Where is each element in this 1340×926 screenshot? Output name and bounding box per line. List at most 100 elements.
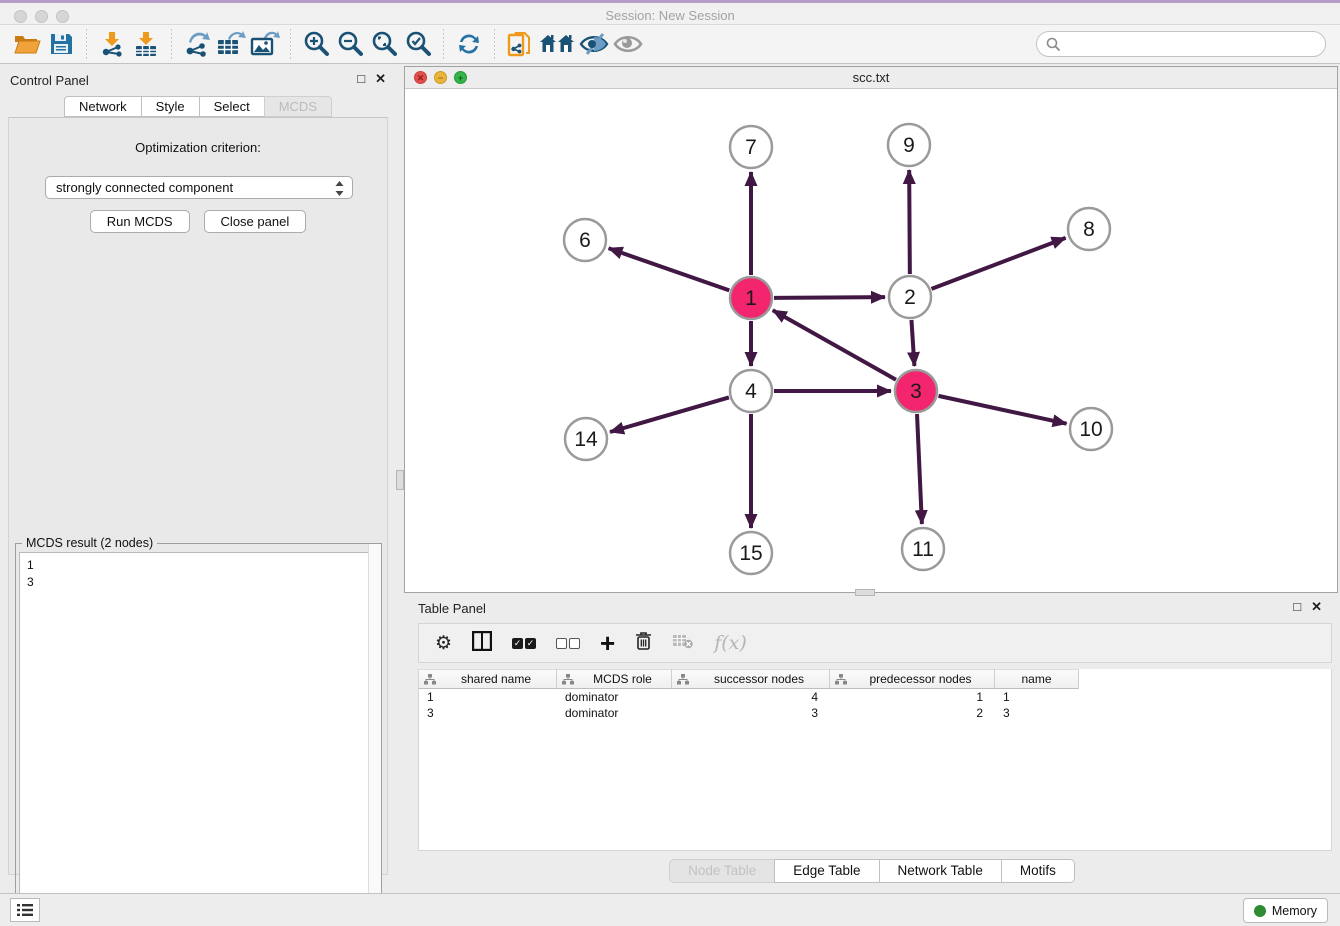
task-history-button[interactable] (10, 898, 40, 922)
divider-grip[interactable] (396, 470, 404, 490)
tab-edge-table[interactable]: Edge Table (774, 859, 878, 883)
graph-edge-4-14[interactable] (610, 397, 729, 432)
select-all-columns-icon[interactable]: ✓✓ (512, 638, 536, 649)
tab-mcds[interactable]: MCDS (264, 96, 332, 117)
graph-edge-2-3[interactable] (911, 320, 914, 366)
tab-network-table[interactable]: Network Table (879, 859, 1001, 883)
graph-node-label-10: 10 (1079, 418, 1102, 441)
show-columns-icon[interactable] (472, 631, 492, 656)
column-header-mcds-role[interactable]: MCDS role (557, 669, 672, 689)
export-table-icon[interactable] (214, 28, 248, 60)
zoom-fit-icon[interactable] (367, 28, 401, 60)
result-scrollbar[interactable] (368, 544, 381, 920)
memory-button[interactable]: Memory (1243, 898, 1328, 923)
tab-node-table[interactable]: Node Table (669, 859, 774, 883)
function-builder-icon: f(x) (714, 632, 747, 654)
criterion-dropdown[interactable]: strongly connected component (45, 176, 353, 199)
graph-edge-2-8[interactable] (932, 238, 1066, 289)
close-panel-button[interactable]: Close panel (204, 210, 307, 233)
duplicate-network-icon[interactable] (503, 28, 537, 60)
zoom-selected-icon[interactable] (401, 28, 435, 60)
toolbar-separator (443, 29, 444, 59)
toolbar-separator (494, 29, 495, 59)
add-column-icon[interactable]: + (600, 633, 615, 653)
float-table-panel-icon[interactable]: □ (1293, 600, 1301, 614)
optimization-criterion-label: Optimization criterion: (9, 140, 387, 155)
toolbar-separator (171, 29, 172, 59)
hierarchy-icon (835, 674, 847, 685)
import-network-icon[interactable] (95, 28, 129, 60)
status-bar: Memory (0, 893, 1340, 926)
tab-style[interactable]: Style (141, 96, 199, 117)
save-session-icon[interactable] (44, 28, 78, 60)
control-panel-tabs: Network Style Select MCDS (0, 96, 396, 117)
zoom-in-icon[interactable] (299, 28, 333, 60)
table-panel: Table Panel □ ✕ ⚙ ✓✓ + f(x) (404, 597, 1340, 889)
float-panel-icon[interactable]: □ (357, 72, 365, 86)
network-window-title: scc.txt (405, 70, 1337, 85)
run-mcds-button[interactable]: Run MCDS (90, 210, 190, 233)
graph-node-label-6: 6 (579, 229, 591, 252)
tab-motifs[interactable]: Motifs (1001, 859, 1075, 883)
network-canvas[interactable]: 7968124314101511 (405, 89, 1337, 592)
tab-select[interactable]: Select (199, 96, 264, 117)
graph-edge-1-2[interactable] (774, 297, 885, 298)
column-header-name[interactable]: name (995, 669, 1079, 689)
toolbar-separator (290, 29, 291, 59)
search-icon (1046, 37, 1061, 52)
graph-node-label-4: 4 (745, 380, 757, 403)
chevron-up-down-icon (335, 181, 344, 202)
delete-table-icon (672, 633, 694, 654)
close-panel-icon[interactable]: ✕ (375, 72, 386, 86)
graph-edge-3-1[interactable] (773, 310, 896, 379)
delete-columns-icon[interactable] (635, 631, 652, 656)
first-neighbors-icon[interactable] (537, 28, 577, 60)
mcds-panel: Optimization criterion: strongly connect… (8, 117, 388, 875)
unselect-all-columns-icon[interactable] (556, 638, 580, 649)
export-network-icon[interactable] (180, 28, 214, 60)
mcds-result-text[interactable]: 1 3 (19, 552, 378, 917)
settings-gear-icon[interactable]: ⚙ (435, 632, 452, 655)
graph-node-label-1: 1 (745, 287, 757, 310)
divider-grip-horizontal[interactable] (855, 589, 875, 596)
hide-selected-icon[interactable] (577, 28, 611, 60)
tab-network[interactable]: Network (64, 96, 141, 117)
graph-node-label-2: 2 (904, 286, 916, 309)
refresh-icon[interactable] (452, 28, 486, 60)
table-panel-title: Table Panel (418, 601, 486, 616)
graph-node-label-11: 11 (912, 538, 934, 561)
graph-edge-3-10[interactable] (938, 396, 1066, 424)
table-header-row: shared name MCDS role successor nodes pr… (419, 669, 1331, 689)
close-table-panel-icon[interactable]: ✕ (1311, 600, 1322, 614)
application-window: Session: New Session (0, 0, 1340, 926)
network-view-window: ✕ − + scc.txt 7968124314101511 (404, 66, 1338, 593)
open-session-icon[interactable] (10, 28, 44, 60)
graph-edge-1-6[interactable] (609, 248, 730, 290)
import-table-icon[interactable] (129, 28, 163, 60)
node-table[interactable]: shared name MCDS role successor nodes pr… (418, 669, 1332, 851)
column-header-predecessor-nodes[interactable]: predecessor nodes (830, 669, 995, 689)
mcds-result-title: MCDS result (2 nodes) (22, 536, 157, 550)
titlebar: Session: New Session (0, 0, 1340, 25)
memory-status-icon (1254, 905, 1266, 917)
graph-node-label-7: 7 (745, 136, 757, 159)
column-header-shared-name[interactable]: shared name (419, 669, 557, 689)
toolbar-separator (86, 29, 87, 59)
zoom-out-icon[interactable] (333, 28, 367, 60)
control-panel: Control Panel □ ✕ Network Style Select M… (0, 64, 396, 880)
search-input[interactable] (1066, 37, 1325, 52)
search-field[interactable] (1036, 31, 1326, 57)
graph-node-label-9: 9 (903, 134, 915, 157)
column-header-successor-nodes[interactable]: successor nodes (672, 669, 830, 689)
graph-edge-3-11[interactable] (917, 414, 922, 524)
network-window-titlebar[interactable]: ✕ − + scc.txt (405, 67, 1337, 89)
mcds-result-box: MCDS result (2 nodes) 1 3 (15, 543, 382, 921)
graph-node-label-14: 14 (574, 428, 598, 451)
table-row[interactable]: 1 dominator 4 1 1 (419, 689, 1331, 705)
export-image-icon[interactable] (248, 28, 282, 60)
graph-edge-2-9[interactable] (909, 170, 910, 274)
show-all-icon[interactable] (611, 28, 645, 60)
window-title: Session: New Session (0, 8, 1340, 23)
table-row[interactable]: 3 dominator 3 2 3 (419, 705, 1331, 721)
table-toolbar: ⚙ ✓✓ + f(x) (418, 623, 1332, 663)
